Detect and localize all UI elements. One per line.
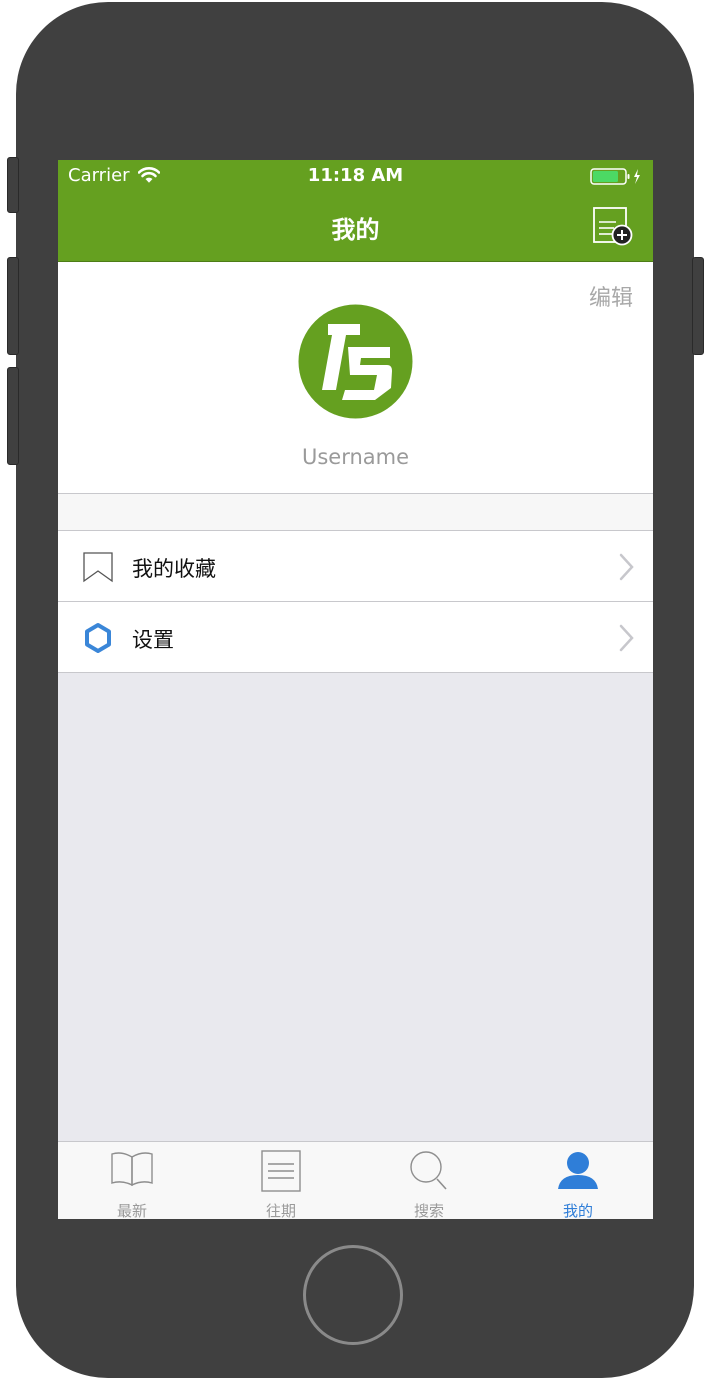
bookmark-icon (83, 552, 113, 583)
section-spacer (58, 494, 653, 531)
tab-bar: 最新 往期 搜索 我的 (58, 1141, 653, 1219)
tab-search[interactable]: 搜索 (355, 1142, 503, 1219)
username-label: Username (301, 445, 410, 469)
gear-icon (85, 623, 111, 653)
silent-switch (7, 157, 19, 213)
tab-latest[interactable]: 最新 (58, 1142, 206, 1219)
volume-down-button (7, 367, 19, 465)
menu-item-label: 设置 (132, 628, 174, 652)
volume-up-button (7, 257, 19, 355)
status-time: 11:18 AM (307, 165, 404, 186)
person-icon (558, 1152, 598, 1189)
menu-item-favorites[interactable]: 我的收藏 (58, 531, 653, 602)
home-button[interactable] (303, 1245, 403, 1345)
screen: Carrier 11:18 AM 我的 编辑 Username 我的收藏 设置 … (58, 160, 653, 1219)
list-icon (261, 1150, 301, 1192)
menu-item-label: 我的收藏 (132, 557, 216, 581)
tab-label: 往期 (265, 1202, 296, 1219)
tab-label: 我的 (562, 1202, 593, 1219)
edit-button[interactable]: 编辑 (589, 280, 633, 312)
tab-label: 最新 (116, 1202, 147, 1219)
profile-header: 编辑 Username (58, 262, 653, 494)
status-bar: Carrier 11:18 AM (58, 160, 653, 192)
tab-label: 搜索 (413, 1202, 444, 1219)
page-title: 我的 (331, 216, 380, 244)
compose-icon[interactable] (592, 206, 636, 246)
menu-item-settings[interactable]: 设置 (58, 602, 653, 673)
chevron-right-icon (619, 553, 634, 581)
power-button (692, 257, 704, 355)
search-icon (410, 1151, 447, 1190)
battery-icon (590, 168, 640, 185)
tab-archive[interactable]: 往期 (207, 1142, 355, 1219)
avatar[interactable] (298, 304, 413, 419)
chevron-right-icon (619, 624, 634, 652)
navigation-bar: Carrier 11:18 AM 我的 (58, 160, 653, 262)
book-icon (111, 1152, 153, 1186)
tab-mine[interactable]: 我的 (504, 1142, 652, 1219)
